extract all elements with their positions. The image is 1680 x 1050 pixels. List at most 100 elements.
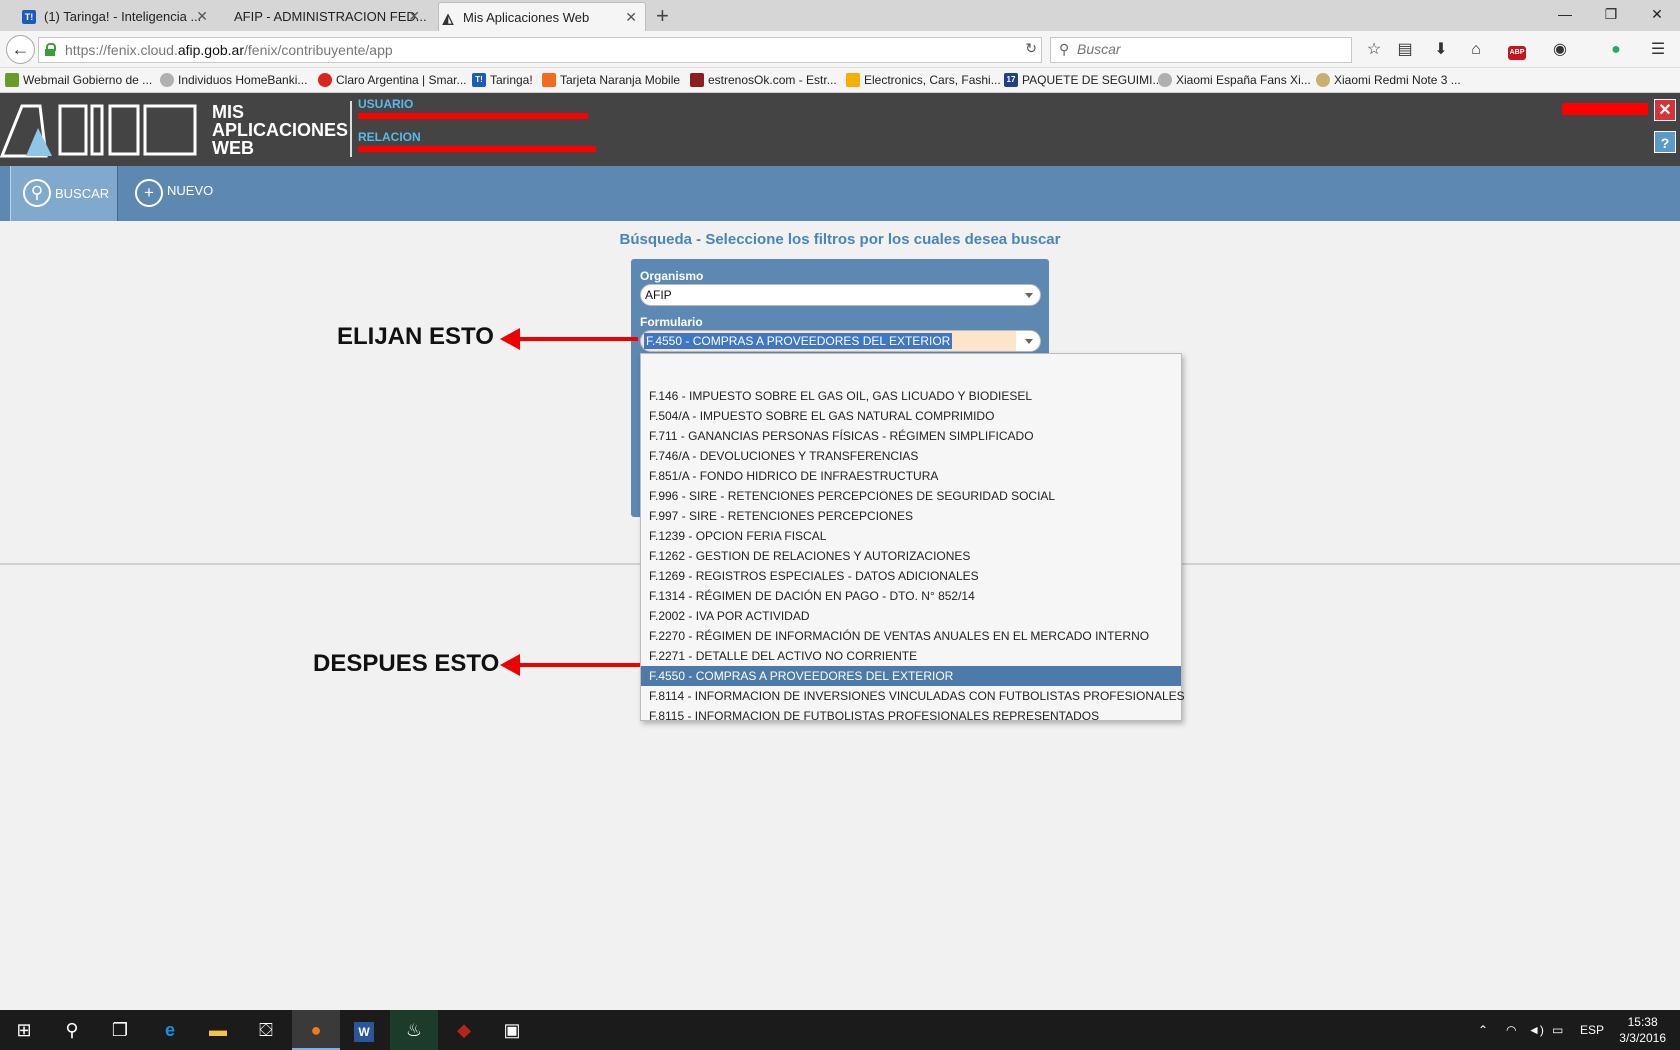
search-input[interactable] bbox=[1077, 41, 1337, 57]
search-icon: ⚲ bbox=[23, 179, 51, 207]
help-button[interactable]: ? bbox=[1654, 131, 1676, 153]
tab-close-icon[interactable]: ✕ bbox=[408, 2, 420, 31]
dropdown-option[interactable]: F.2002 - IVA POR ACTIVIDAD bbox=[641, 606, 1181, 626]
relacion-label: RELACION bbox=[358, 130, 421, 144]
download-icon[interactable]: ⬇ bbox=[1430, 39, 1452, 61]
edge-icon[interactable]: e bbox=[146, 1010, 194, 1050]
formulario-label: Formulario bbox=[640, 315, 703, 329]
close-window-button[interactable]: ✕ bbox=[1634, 0, 1680, 28]
adblock-icon[interactable]: ABP bbox=[1502, 39, 1532, 61]
bookmark-item[interactable]: Individuos HomeBanki... bbox=[160, 71, 307, 89]
reload-icon[interactable]: ↻ bbox=[1025, 40, 1037, 57]
minimize-button[interactable]: — bbox=[1542, 0, 1588, 28]
lock-icon bbox=[45, 43, 56, 56]
dropdown-option[interactable]: F.997 - SIRE - RETENCIONES PERCEPCIONES bbox=[641, 506, 1181, 526]
extension-icon[interactable]: ◉ bbox=[1545, 39, 1575, 61]
annotation-despues-esto: DESPUES ESTO bbox=[313, 650, 500, 677]
dropdown-option[interactable]: F.504/A - IMPUESTO SOBRE EL GAS NATURAL … bbox=[641, 406, 1181, 426]
bookmark-item[interactable]: Xiaomi Redmi Note 3 ... bbox=[1316, 71, 1461, 89]
search-title: Búsqueda - Seleccione los filtros por lo… bbox=[619, 231, 1061, 248]
dropdown-option[interactable] bbox=[641, 354, 1181, 386]
bookmark-item[interactable]: Electronics, Cars, Fashi... bbox=[846, 71, 1001, 89]
bookmark-item[interactable]: T! Taringa! bbox=[472, 71, 533, 89]
organismo-select[interactable]: AFIP bbox=[640, 284, 1041, 306]
network-icon[interactable]: ◠ bbox=[1506, 1010, 1516, 1050]
dropdown-option[interactable]: F.1262 - GESTION DE RELACIONES Y AUTORIZ… bbox=[641, 546, 1181, 566]
language-indicator[interactable]: ESP bbox=[1580, 1010, 1604, 1050]
word-icon[interactable]: W bbox=[340, 1010, 388, 1050]
search-icon[interactable]: ⚲ bbox=[48, 1010, 96, 1050]
photos-icon[interactable]: ▣ bbox=[488, 1010, 536, 1050]
afip-favicon-icon: ◭ bbox=[442, 10, 454, 26]
grammarly-icon[interactable]: ● bbox=[1605, 39, 1627, 61]
app-toolbar: ⚲ BUSCAR + NUEVO bbox=[0, 166, 1680, 221]
dropdown-option[interactable]: F.1269 - REGISTROS ESPECIALES - DATOS AD… bbox=[641, 566, 1181, 586]
tab-mis-aplicaciones[interactable]: ◭ Mis Aplicaciones Web ✕ bbox=[438, 2, 646, 31]
tab-afip[interactable]: AFIP - ADMINISTRACION FED... ✕ bbox=[216, 2, 428, 31]
menu-icon[interactable]: ☰ bbox=[1647, 39, 1669, 61]
tab-close-icon[interactable]: ✕ bbox=[625, 3, 637, 31]
new-tab-button[interactable]: + bbox=[656, 2, 669, 29]
reading-list-icon[interactable]: ▤ bbox=[1394, 39, 1416, 61]
plus-icon: + bbox=[135, 179, 163, 207]
logout-button[interactable]: ✕ bbox=[1654, 99, 1676, 121]
annotation-arrow-head bbox=[500, 654, 520, 676]
bookmark-item[interactable]: Tarjeta Naranja Mobile bbox=[542, 71, 680, 89]
back-button[interactable]: ← bbox=[6, 35, 35, 64]
dropdown-option[interactable]: F.1314 - RÉGIMEN DE DACIÓN EN PAGO - DTO… bbox=[641, 586, 1181, 606]
dropdown-option[interactable]: F.8114 - INFORMACION DE INVERSIONES VINC… bbox=[641, 686, 1185, 706]
dropdown-option[interactable]: F.1239 - OPCION FERIA FISCAL bbox=[641, 526, 1181, 546]
bookmark-item[interactable]: 17 PAQUETE DE SEGUIMI... bbox=[1004, 71, 1162, 89]
tab-title: (1) Taringa! - Inteligencia ... bbox=[44, 9, 202, 24]
url-text: https://fenix.cloud.afip.gob.ar/fenix/co… bbox=[65, 42, 393, 58]
redacted-user-name bbox=[1562, 103, 1648, 115]
buscar-button[interactable]: ⚲ BUSCAR bbox=[10, 166, 118, 221]
dropdown-option-selected[interactable]: F.4550 - COMPRAS A PROVEEDORES DEL EXTER… bbox=[641, 666, 1181, 686]
windows-taskbar: ⊞ ⚲ ❐ e ▬ ⛋ ● W ♨ ◆ ▣ ⌃ ◠ ◄) ▭ ESP 15:38… bbox=[0, 1010, 1680, 1050]
dropdown-option[interactable]: F.2271 - DETALLE DEL ACTIVO NO CORRIENTE bbox=[641, 646, 1181, 666]
ebay-icon bbox=[846, 73, 860, 87]
bookmark-item[interactable]: Xiaomi España Fans Xi... bbox=[1158, 71, 1311, 89]
dota-icon[interactable]: ◆ bbox=[440, 1010, 488, 1050]
notification-icon[interactable]: ▭ bbox=[1552, 1010, 1563, 1050]
dropdown-option[interactable]: F.8115 - INFORMACION DE FUTBOLISTAS PROF… bbox=[641, 706, 1181, 726]
dropdown-option[interactable]: F.746/A - DEVOLUCIONES Y TRANSFERENCIAS bbox=[641, 446, 1181, 466]
tab-close-icon[interactable]: ✕ bbox=[196, 2, 208, 31]
home-icon[interactable]: ⌂ bbox=[1465, 39, 1487, 61]
tray-chevron-up-icon[interactable]: ⌃ bbox=[1478, 1010, 1488, 1050]
store-icon[interactable]: ⛋ bbox=[242, 1010, 290, 1050]
dropdown-option[interactable]: F.711 - GANANCIAS PERSONAS FÍSICAS - RÉG… bbox=[641, 426, 1181, 446]
dropdown-option[interactable]: F.2270 - RÉGIMEN DE INFORMACIÓN DE VENTA… bbox=[641, 626, 1181, 646]
steam-icon[interactable]: ♨ bbox=[390, 1010, 438, 1050]
file-explorer-icon[interactable]: ▬ bbox=[194, 1010, 242, 1050]
dropdown-option[interactable]: F.146 - IMPUESTO SOBRE EL GAS OIL, GAS L… bbox=[641, 386, 1181, 406]
bookmark-star-icon[interactable]: ☆ bbox=[1363, 39, 1385, 61]
chevron-down-icon bbox=[1025, 293, 1033, 298]
redacted-usuario bbox=[358, 113, 588, 119]
search-bar[interactable]: ⚲ bbox=[1050, 37, 1352, 63]
globe-icon bbox=[1158, 73, 1172, 87]
restore-button[interactable]: ❐ bbox=[1588, 0, 1634, 28]
windows-start-icon[interactable]: ⊞ bbox=[0, 1010, 48, 1050]
tab-taringa[interactable]: T! (1) Taringa! - Inteligencia ... ✕ bbox=[20, 2, 216, 31]
dropdown-option[interactable]: F.996 - SIRE - RETENCIONES PERCEPCIONES … bbox=[641, 486, 1181, 506]
dropdown-option[interactable]: F.851/A - FONDO HIDRICO DE INFRAESTRUCTU… bbox=[641, 466, 1181, 486]
formulario-dropdown-list: F.146 - IMPUESTO SOBRE EL GAS OIL, GAS L… bbox=[640, 353, 1185, 723]
tracking-icon: 17 bbox=[1004, 73, 1018, 87]
task-view-icon[interactable]: ❐ bbox=[96, 1010, 144, 1050]
formulario-select[interactable]: F.4550 - COMPRAS A PROVEEDORES DEL EXTER… bbox=[640, 330, 1041, 352]
url-bar[interactable]: https://fenix.cloud.afip.gob.ar/fenix/co… bbox=[38, 37, 1042, 63]
clock[interactable]: 15:38 3/3/2016 bbox=[1619, 1014, 1666, 1046]
header-divider bbox=[350, 101, 352, 157]
bookmark-item[interactable]: Claro Argentina | Smar... bbox=[318, 71, 467, 89]
usuario-label: USUARIO bbox=[358, 97, 414, 111]
taringa-favicon-icon: T! bbox=[22, 10, 36, 24]
redacted-relacion bbox=[358, 146, 596, 152]
firefox-icon[interactable]: ● bbox=[292, 1010, 340, 1050]
search-icon: ⚲ bbox=[1059, 41, 1070, 57]
bookmark-item[interactable]: Webmail Gobierno de ... bbox=[5, 71, 152, 89]
nuevo-button[interactable]: + NUEVO bbox=[134, 166, 234, 221]
volume-icon[interactable]: ◄) bbox=[1528, 1010, 1544, 1050]
bookmark-item[interactable]: estrenosOk.com - Estr... bbox=[690, 71, 837, 89]
annotation-arrow-line bbox=[518, 663, 640, 667]
